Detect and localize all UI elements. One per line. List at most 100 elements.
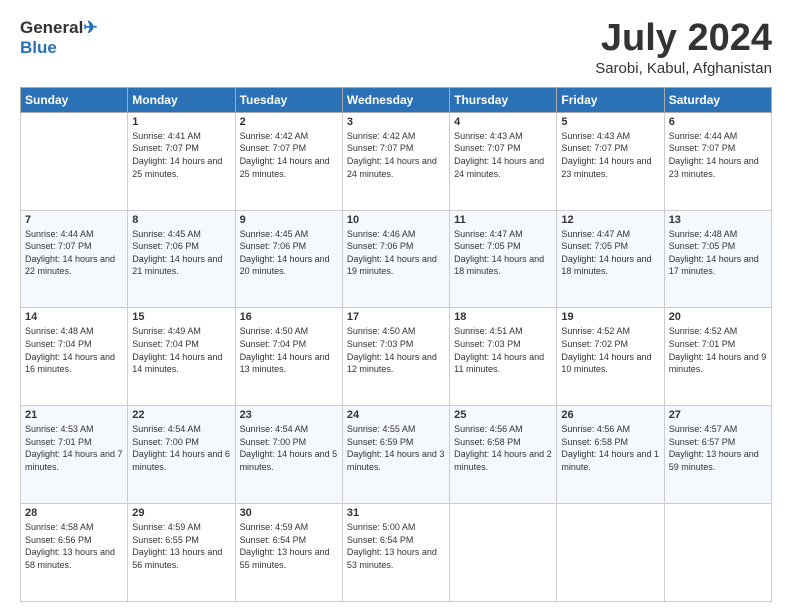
day-number: 6 <box>669 116 767 128</box>
table-row: 2 Sunrise: 4:42 AMSunset: 7:07 PMDayligh… <box>235 112 342 210</box>
day-info: Sunrise: 4:53 AMSunset: 7:01 PMDaylight:… <box>25 423 123 473</box>
day-info: Sunrise: 4:59 AMSunset: 6:55 PMDaylight:… <box>132 521 230 571</box>
day-number: 26 <box>561 409 659 421</box>
day-info: Sunrise: 4:54 AMSunset: 7:00 PMDaylight:… <box>132 423 230 473</box>
table-row <box>557 504 664 602</box>
logo-line2: Blue <box>20 38 98 58</box>
day-info: Sunrise: 4:47 AMSunset: 7:05 PMDaylight:… <box>561 228 659 278</box>
day-info: Sunrise: 4:59 AMSunset: 6:54 PMDaylight:… <box>240 521 338 571</box>
table-row: 13 Sunrise: 4:48 AMSunset: 7:05 PMDaylig… <box>664 210 771 308</box>
table-row: 31 Sunrise: 5:00 AMSunset: 6:54 PMDaylig… <box>342 504 449 602</box>
day-info: Sunrise: 4:41 AMSunset: 7:07 PMDaylight:… <box>132 130 230 180</box>
page: General✈ Blue July 2024 Sarobi, Kabul, A… <box>0 0 792 612</box>
day-number: 28 <box>25 507 123 519</box>
logo: General✈ Blue <box>20 18 98 57</box>
table-row: 12 Sunrise: 4:47 AMSunset: 7:05 PMDaylig… <box>557 210 664 308</box>
table-row <box>21 112 128 210</box>
table-row: 11 Sunrise: 4:47 AMSunset: 7:05 PMDaylig… <box>450 210 557 308</box>
day-number: 3 <box>347 116 445 128</box>
table-row: 27 Sunrise: 4:57 AMSunset: 6:57 PMDaylig… <box>664 406 771 504</box>
day-number: 17 <box>347 311 445 323</box>
week-row-1: 7 Sunrise: 4:44 AMSunset: 7:07 PMDayligh… <box>21 210 772 308</box>
day-info: Sunrise: 4:50 AMSunset: 7:04 PMDaylight:… <box>240 325 338 375</box>
table-row <box>664 504 771 602</box>
table-row: 9 Sunrise: 4:45 AMSunset: 7:06 PMDayligh… <box>235 210 342 308</box>
day-info: Sunrise: 5:00 AMSunset: 6:54 PMDaylight:… <box>347 521 445 571</box>
day-number: 19 <box>561 311 659 323</box>
day-number: 11 <box>454 214 552 226</box>
table-row: 5 Sunrise: 4:43 AMSunset: 7:07 PMDayligh… <box>557 112 664 210</box>
location: Sarobi, Kabul, Afghanistan <box>595 60 772 77</box>
week-row-2: 14 Sunrise: 4:48 AMSunset: 7:04 PMDaylig… <box>21 308 772 406</box>
day-info: Sunrise: 4:46 AMSunset: 7:06 PMDaylight:… <box>347 228 445 278</box>
day-info: Sunrise: 4:49 AMSunset: 7:04 PMDaylight:… <box>132 325 230 375</box>
table-row: 19 Sunrise: 4:52 AMSunset: 7:02 PMDaylig… <box>557 308 664 406</box>
day-info: Sunrise: 4:55 AMSunset: 6:59 PMDaylight:… <box>347 423 445 473</box>
day-number: 30 <box>240 507 338 519</box>
day-info: Sunrise: 4:52 AMSunset: 7:01 PMDaylight:… <box>669 325 767 375</box>
day-number: 25 <box>454 409 552 421</box>
day-info: Sunrise: 4:42 AMSunset: 7:07 PMDaylight:… <box>347 130 445 180</box>
table-row: 16 Sunrise: 4:50 AMSunset: 7:04 PMDaylig… <box>235 308 342 406</box>
day-number: 1 <box>132 116 230 128</box>
day-number: 10 <box>347 214 445 226</box>
header-thursday: Thursday <box>450 87 557 112</box>
week-row-0: 1 Sunrise: 4:41 AMSunset: 7:07 PMDayligh… <box>21 112 772 210</box>
day-number: 29 <box>132 507 230 519</box>
table-row: 30 Sunrise: 4:59 AMSunset: 6:54 PMDaylig… <box>235 504 342 602</box>
day-number: 9 <box>240 214 338 226</box>
table-row: 15 Sunrise: 4:49 AMSunset: 7:04 PMDaylig… <box>128 308 235 406</box>
table-row: 17 Sunrise: 4:50 AMSunset: 7:03 PMDaylig… <box>342 308 449 406</box>
day-info: Sunrise: 4:52 AMSunset: 7:02 PMDaylight:… <box>561 325 659 375</box>
day-number: 27 <box>669 409 767 421</box>
table-row: 18 Sunrise: 4:51 AMSunset: 7:03 PMDaylig… <box>450 308 557 406</box>
table-row: 14 Sunrise: 4:48 AMSunset: 7:04 PMDaylig… <box>21 308 128 406</box>
table-row: 6 Sunrise: 4:44 AMSunset: 7:07 PMDayligh… <box>664 112 771 210</box>
calendar-table: Sunday Monday Tuesday Wednesday Thursday… <box>20 87 772 602</box>
week-row-4: 28 Sunrise: 4:58 AMSunset: 6:56 PMDaylig… <box>21 504 772 602</box>
day-number: 18 <box>454 311 552 323</box>
day-number: 14 <box>25 311 123 323</box>
day-info: Sunrise: 4:58 AMSunset: 6:56 PMDaylight:… <box>25 521 123 571</box>
day-number: 23 <box>240 409 338 421</box>
table-row: 24 Sunrise: 4:55 AMSunset: 6:59 PMDaylig… <box>342 406 449 504</box>
table-row: 1 Sunrise: 4:41 AMSunset: 7:07 PMDayligh… <box>128 112 235 210</box>
day-info: Sunrise: 4:48 AMSunset: 7:05 PMDaylight:… <box>669 228 767 278</box>
day-info: Sunrise: 4:45 AMSunset: 7:06 PMDaylight:… <box>240 228 338 278</box>
table-row: 28 Sunrise: 4:58 AMSunset: 6:56 PMDaylig… <box>21 504 128 602</box>
day-info: Sunrise: 4:56 AMSunset: 6:58 PMDaylight:… <box>561 423 659 473</box>
day-info: Sunrise: 4:51 AMSunset: 7:03 PMDaylight:… <box>454 325 552 375</box>
day-info: Sunrise: 4:43 AMSunset: 7:07 PMDaylight:… <box>561 130 659 180</box>
header-sunday: Sunday <box>21 87 128 112</box>
header-friday: Friday <box>557 87 664 112</box>
title-block: July 2024 Sarobi, Kabul, Afghanistan <box>595 18 772 77</box>
day-info: Sunrise: 4:50 AMSunset: 7:03 PMDaylight:… <box>347 325 445 375</box>
day-number: 4 <box>454 116 552 128</box>
table-row: 3 Sunrise: 4:42 AMSunset: 7:07 PMDayligh… <box>342 112 449 210</box>
calendar-header-row: Sunday Monday Tuesday Wednesday Thursday… <box>21 87 772 112</box>
header-monday: Monday <box>128 87 235 112</box>
table-row: 22 Sunrise: 4:54 AMSunset: 7:00 PMDaylig… <box>128 406 235 504</box>
logo-line1: General✈ <box>20 18 98 38</box>
day-number: 31 <box>347 507 445 519</box>
day-info: Sunrise: 4:45 AMSunset: 7:06 PMDaylight:… <box>132 228 230 278</box>
day-info: Sunrise: 4:54 AMSunset: 7:00 PMDaylight:… <box>240 423 338 473</box>
table-row: 10 Sunrise: 4:46 AMSunset: 7:06 PMDaylig… <box>342 210 449 308</box>
table-row: 8 Sunrise: 4:45 AMSunset: 7:06 PMDayligh… <box>128 210 235 308</box>
table-row: 25 Sunrise: 4:56 AMSunset: 6:58 PMDaylig… <box>450 406 557 504</box>
header-saturday: Saturday <box>664 87 771 112</box>
table-row: 29 Sunrise: 4:59 AMSunset: 6:55 PMDaylig… <box>128 504 235 602</box>
day-info: Sunrise: 4:56 AMSunset: 6:58 PMDaylight:… <box>454 423 552 473</box>
day-number: 16 <box>240 311 338 323</box>
day-number: 7 <box>25 214 123 226</box>
day-number: 22 <box>132 409 230 421</box>
table-row: 26 Sunrise: 4:56 AMSunset: 6:58 PMDaylig… <box>557 406 664 504</box>
week-row-3: 21 Sunrise: 4:53 AMSunset: 7:01 PMDaylig… <box>21 406 772 504</box>
header-wednesday: Wednesday <box>342 87 449 112</box>
day-number: 5 <box>561 116 659 128</box>
table-row: 20 Sunrise: 4:52 AMSunset: 7:01 PMDaylig… <box>664 308 771 406</box>
day-info: Sunrise: 4:42 AMSunset: 7:07 PMDaylight:… <box>240 130 338 180</box>
day-number: 15 <box>132 311 230 323</box>
day-info: Sunrise: 4:48 AMSunset: 7:04 PMDaylight:… <box>25 325 123 375</box>
table-row: 7 Sunrise: 4:44 AMSunset: 7:07 PMDayligh… <box>21 210 128 308</box>
